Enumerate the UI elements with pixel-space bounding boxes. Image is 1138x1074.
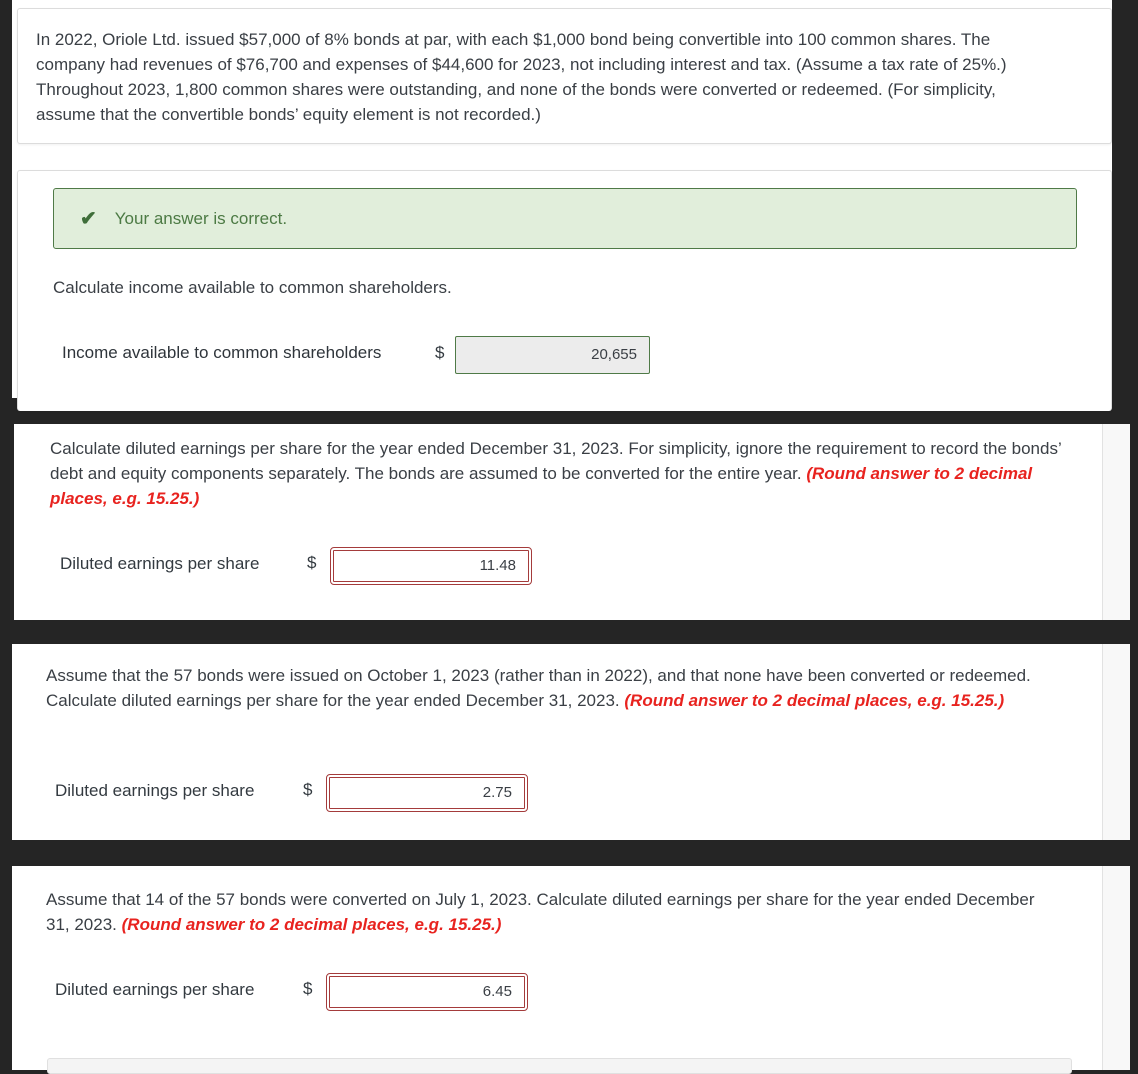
part3-rounding-instruction: (Round answer to 2 decimal places, e.g. …	[624, 691, 1005, 710]
part1-answer-row: Income available to common shareholders	[62, 343, 381, 363]
diluted-eps-input-full-year[interactable]: 11.48	[330, 547, 532, 585]
checkmark-icon: ✔	[80, 208, 97, 230]
feedback-message: Your answer is correct.	[114, 208, 288, 228]
scroll-gutter	[1102, 866, 1130, 1070]
part1-question: Calculate income available to common sha…	[53, 278, 452, 297]
part3-question: Assume that the 57 bonds were issued on …	[46, 663, 1081, 713]
part2-field-label: Diluted earnings per share	[60, 554, 260, 573]
part2-question: Calculate diluted earnings per share for…	[50, 436, 1080, 511]
part2-currency-symbol: $	[307, 553, 317, 572]
diluted-eps-input-october-issue[interactable]: 2.75	[326, 774, 528, 812]
feedback-correct-banner: ✔ Your answer is correct.	[53, 188, 1077, 249]
income-available-input[interactable]: 20,655	[455, 336, 650, 374]
part1-field-label: Income available to common shareholders	[62, 343, 382, 362]
diluted-eps-input-partial-conversion[interactable]: 6.45	[326, 973, 528, 1011]
part4-currency-symbol: $	[303, 979, 313, 998]
problem-text: In 2022, Oriole Ltd. issued $57,000 of 8…	[36, 30, 1007, 124]
part4-rounding-instruction: (Round answer to 2 decimal places, e.g. …	[121, 915, 502, 934]
scroll-gutter	[1102, 424, 1130, 620]
part4-field-label: Diluted earnings per share	[55, 980, 255, 999]
scroll-gutter	[1102, 644, 1130, 840]
next-card-edge	[47, 1058, 1072, 1074]
problem-card: In 2022, Oriole Ltd. issued $57,000 of 8…	[17, 8, 1112, 144]
part4-question: Assume that 14 of the 57 bonds were conv…	[46, 887, 1046, 937]
part1-currency-symbol: $	[435, 343, 445, 362]
part3-currency-symbol: $	[303, 780, 313, 799]
part3-field-label: Diluted earnings per share	[55, 781, 255, 800]
